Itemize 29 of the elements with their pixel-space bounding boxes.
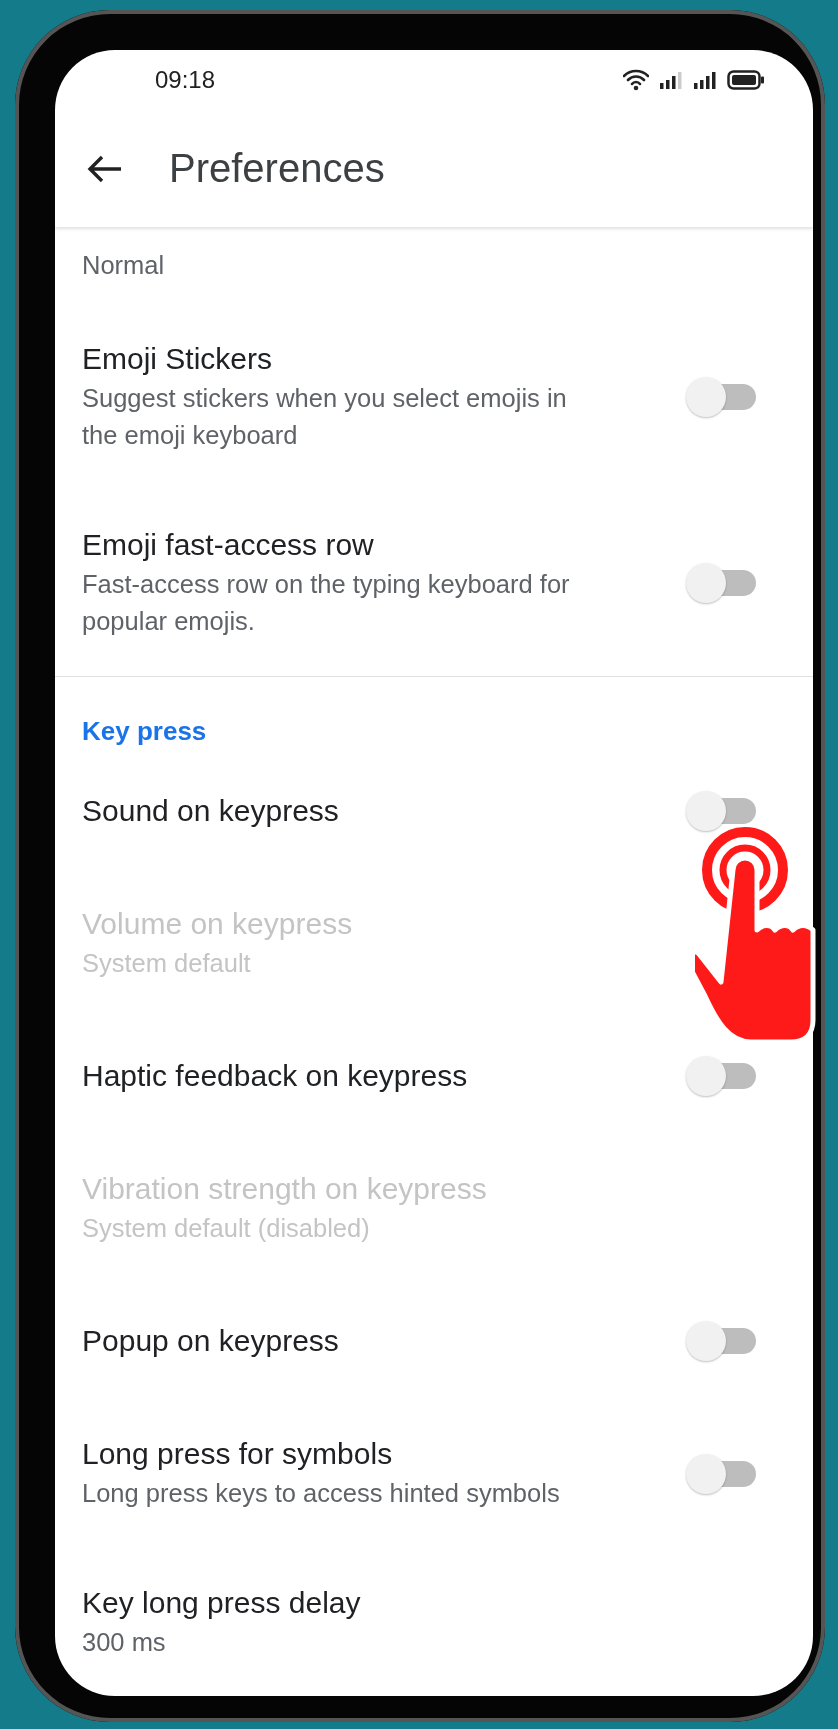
signal-icon	[659, 70, 683, 90]
wifi-icon	[623, 69, 649, 91]
toggle-switch[interactable]	[684, 375, 758, 419]
setting-summary: Long press keys to access hinted symbols	[82, 1478, 561, 1509]
setting-title: Emoji fast-access row	[82, 527, 375, 563]
setting-title: Haptic feedback on keypress	[82, 1058, 469, 1094]
setting-summary: Fast-access row on the typing keyboard for popular emojis.	[82, 569, 571, 637]
setting-summary: 300 ms	[82, 1627, 167, 1658]
signal-icon	[693, 70, 717, 90]
back-arrow-icon[interactable]	[87, 153, 123, 184]
setting-title: Key long press delay	[82, 1585, 362, 1621]
setting-summary: System default	[82, 948, 252, 979]
setting-title: Long press for symbols	[82, 1436, 394, 1472]
setting-summary: Normal	[82, 250, 166, 281]
screen-title: Preferences	[169, 146, 385, 191]
setting-summary: System default (disabled)	[82, 1213, 371, 1244]
battery-icon	[727, 70, 765, 90]
setting-title: Popup on keypress	[82, 1323, 340, 1359]
setting-summary: Suggest stickers when you select emojis in the emoji keyboard	[82, 383, 568, 451]
section-header: Key press	[82, 716, 207, 746]
status-time: 09:18	[155, 66, 216, 94]
setting-title: Emoji Stickers	[82, 341, 274, 377]
toggle-switch[interactable]	[684, 1319, 758, 1363]
setting-title: Sound on keypress	[82, 793, 340, 829]
toggle-switch[interactable]	[684, 789, 758, 833]
setting-title: Vibration strength on keypress	[82, 1171, 488, 1207]
toggle-switch[interactable]	[684, 561, 758, 605]
toggle-switch[interactable]	[684, 1054, 758, 1098]
setting-title: Volume on keypress	[82, 906, 354, 942]
